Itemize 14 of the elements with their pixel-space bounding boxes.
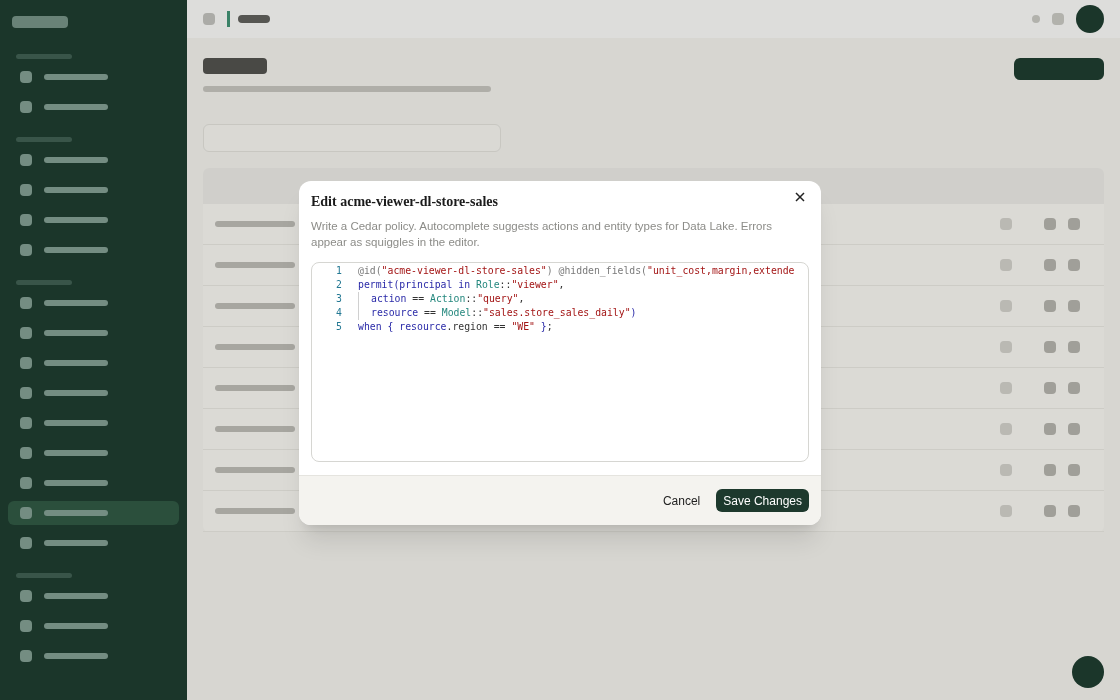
line-number: 2 xyxy=(335,278,342,292)
dialog-description: Write a Cedar policy. Autocomplete suggests actions and entity types for Data Lake. Errors appear as squiggles in the editor. xyxy=(310,219,774,250)
code-line: when { resource.region == "WE" }; xyxy=(358,320,553,334)
line-number: 1 xyxy=(335,264,342,278)
code-line: @id("acme-viewer-dl-store-sales") @hidden_fields("unit_cost,margin,extende xyxy=(358,264,795,278)
code-line: resource == Model::"sales.store_sales_daily") xyxy=(371,306,637,320)
code-line: action == Action::"query", xyxy=(371,292,525,306)
save-button[interactable]: Save Changes xyxy=(716,489,809,512)
dialog-title: Edit acme-viewer-dl-store-sales xyxy=(311,193,499,211)
cancel-button[interactable]: Cancel xyxy=(654,489,709,512)
line-number: 3 xyxy=(335,292,342,306)
line-number: 5 xyxy=(335,320,342,334)
line-number: 4 xyxy=(335,306,342,320)
code-line: permit(principal in Role::"viewer", xyxy=(358,278,565,292)
